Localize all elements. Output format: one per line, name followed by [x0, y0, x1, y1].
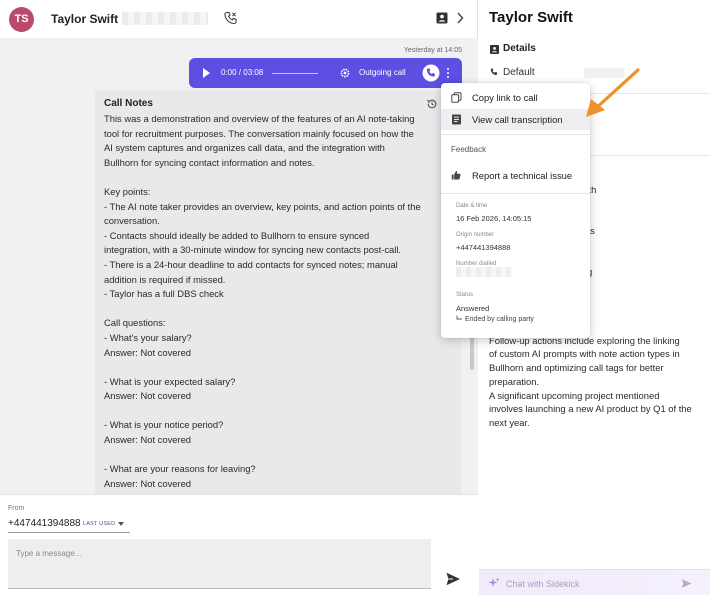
note-line: - What is your expected salary?: [104, 375, 236, 387]
note-line: - Contacts should ideally be added to Bu…: [104, 229, 370, 241]
summary-line: next year.: [489, 416, 530, 428]
call-progress-time: 0:00 / 03:08: [221, 68, 264, 77]
phone-icon: [490, 68, 498, 76]
from-underline: [8, 532, 130, 533]
note-line: integration, with a 30-minute window for…: [104, 244, 402, 256]
note-line: [104, 404, 449, 419]
menu-item-label: View call transcription: [472, 114, 563, 125]
chevron-down-icon[interactable]: [118, 522, 124, 526]
audio-progress-bar[interactable]: [272, 73, 318, 74]
datetime-label: Date & time: [456, 203, 488, 209]
redacted-phone-number: [122, 12, 208, 25]
note-line: Key points:: [104, 185, 151, 197]
summary-line: Bullhorn and optimizing call tags for be…: [489, 362, 664, 374]
status-value: Answered: [456, 304, 490, 313]
menu-item-report-issue[interactable]: Report a technical issue: [441, 165, 590, 186]
summary-line: of custom AI prompts with note action ty…: [489, 348, 680, 360]
call-direction-label: Outgoing call: [359, 68, 406, 77]
gear-icon[interactable]: [339, 67, 351, 79]
from-number-select[interactable]: +447441394888: [8, 518, 81, 529]
menu-item-label: Report a technical issue: [472, 170, 573, 181]
send-icon[interactable]: [445, 571, 461, 587]
menu-item-view-transcription[interactable]: View call transcription: [441, 109, 590, 130]
conversation-header: TS Taylor Swift: [0, 0, 478, 38]
note-line: - There is a 24-hour deadline to add con…: [104, 258, 398, 270]
note-line: - What are your reasons for leaving?: [104, 463, 256, 475]
origin-number-value: +447441394888: [456, 243, 511, 252]
origin-number-label: Origin number: [456, 232, 495, 238]
message-input[interactable]: [8, 539, 431, 589]
note-line: AI system captures and organizes call da…: [104, 142, 385, 154]
note-line: Answer: Not covered: [104, 390, 192, 402]
outgoing-call-icon: [422, 64, 440, 82]
note-line: conversation.: [104, 215, 160, 227]
send-icon[interactable]: [681, 578, 692, 589]
history-icon[interactable]: [426, 98, 438, 110]
phone-call-icon[interactable]: [223, 10, 238, 26]
message-composer: From +447441394888 LAST USED: [0, 494, 478, 595]
call-notes-title: Call Notes: [104, 98, 153, 109]
note-line: tool for recruitment purposes. The conve…: [104, 127, 414, 139]
datetime-value: 16 Feb 2026, 14:05:15: [456, 214, 532, 223]
note-line: [104, 360, 449, 375]
return-arrow-icon: [456, 315, 462, 320]
menu-item-copy-link[interactable]: Copy link to call: [441, 87, 590, 108]
note-line: Bullhorn for syncing contact information…: [104, 156, 315, 168]
contact-name[interactable]: Taylor Swift: [51, 12, 118, 26]
from-label: From: [8, 505, 25, 512]
sidebar-contact-title: Taylor Swift: [489, 9, 573, 26]
note-line: [104, 448, 449, 463]
note-line: Answer: Not covered: [104, 477, 192, 489]
redacted-number-dialled: [456, 267, 511, 277]
status-label: Status: [456, 292, 474, 298]
conversation-pane: TS Taylor Swift Yesterday at 14:05 0:00 …: [0, 0, 478, 595]
contact-card-icon: [490, 45, 499, 54]
note-line: Answer: Not covered: [104, 434, 192, 446]
menu-item-label: Copy link to call: [472, 92, 538, 103]
summary-line: A significant upcoming project mentioned: [489, 389, 660, 401]
call-recording-bubble: 0:00 / 03:08 Outgoing call: [189, 58, 462, 88]
play-icon[interactable]: [203, 68, 210, 78]
sidekick-input-placeholder[interactable]: Chat with Sidekick: [506, 579, 580, 589]
call-notes-card: Call Notes This was a demonstration and …: [95, 90, 461, 494]
annotation-arrow: [586, 68, 640, 117]
chevron-right-icon[interactable]: [456, 11, 464, 25]
contact-card-icon[interactable]: [436, 12, 448, 24]
last-used-badge: LAST USED: [83, 521, 116, 527]
summary-line: preparation.: [489, 375, 540, 387]
note-line: Answer: Not covered: [104, 346, 192, 358]
sparkle-icon: [488, 577, 500, 587]
more-options-icon[interactable]: [445, 66, 451, 80]
summary-line: involves launching a new AI product by Q…: [489, 403, 692, 415]
menu-divider: [441, 193, 590, 194]
note-line: [104, 170, 449, 185]
call-options-menu: Copy link to call View call transcriptio…: [441, 83, 590, 338]
sidekick-chat-bar[interactable]: Chat with Sidekick: [479, 569, 710, 595]
ended-by-value: Ended by calling party: [465, 316, 534, 323]
thumbs-icon: [451, 171, 461, 180]
note-line: Call questions:: [104, 317, 166, 329]
transcript-icon: [452, 114, 461, 125]
note-line: - The AI note taker provides an overview…: [104, 200, 421, 212]
note-line: addition is required if missed.: [104, 273, 226, 285]
menu-divider: [441, 134, 590, 135]
note-line: - What's your salary?: [104, 331, 192, 343]
details-heading[interactable]: Details: [503, 43, 536, 54]
note-line: - Taylor has a full DBS check: [104, 288, 224, 300]
note-line: This was a demonstration and overview of…: [104, 113, 415, 124]
note-line: [104, 302, 449, 317]
phone-type-label: Default: [503, 67, 535, 78]
copy-icon: [451, 92, 462, 103]
note-line: - What is your notice period?: [104, 419, 224, 431]
message-timestamp: Yesterday at 14:05: [403, 47, 462, 54]
avatar[interactable]: TS: [9, 7, 34, 32]
feedback-heading: Feedback: [451, 145, 487, 154]
call-notes-body: This was a demonstration and overview of…: [104, 112, 449, 491]
